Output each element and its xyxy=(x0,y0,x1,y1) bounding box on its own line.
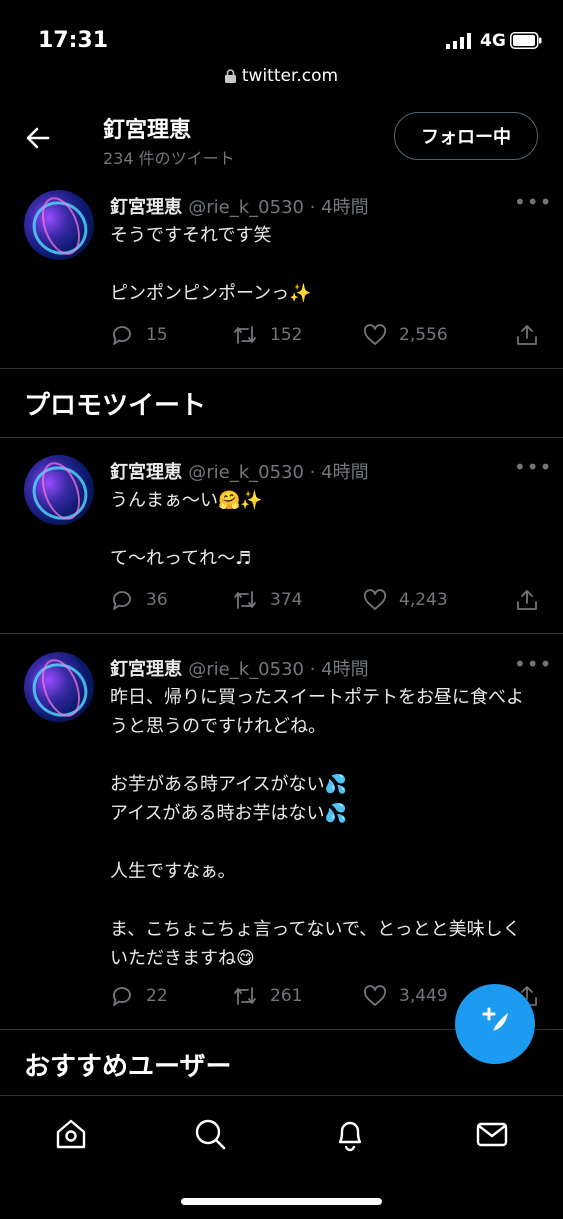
profile-header: 釘宮理恵 234 件のツイート フォロー中 xyxy=(0,100,563,178)
bell-icon[interactable] xyxy=(332,1116,368,1152)
tweet-header: 釘宮理恵 @rie_k_0530 · 4時間 xyxy=(110,458,369,484)
retweet-button[interactable]: 152 xyxy=(232,323,302,347)
divider xyxy=(0,437,563,438)
section-title-promo: プロモツイート xyxy=(24,391,207,421)
comment-icon xyxy=(113,326,131,345)
search-icon[interactable] xyxy=(192,1116,228,1152)
home-icon[interactable] xyxy=(53,1116,89,1152)
retweet-count: 374 xyxy=(270,590,303,610)
retweet-button[interactable]: 261 xyxy=(232,984,302,1008)
tweet-text: そうですそれです笑 ピンポンピンポーンっ✨ xyxy=(110,225,312,304)
divider xyxy=(0,368,563,369)
avatar[interactable] xyxy=(24,190,94,260)
lock-icon xyxy=(224,69,236,83)
more-icon[interactable]: ••• xyxy=(514,455,552,479)
like-button[interactable]: 2,556 xyxy=(363,323,448,347)
retweet-icon xyxy=(234,987,256,1005)
tweet-meta: @rie_k_0530 · 4時間 xyxy=(188,659,369,680)
more-icon[interactable]: ••• xyxy=(514,190,552,214)
tweet-author[interactable]: 釘宮理恵 xyxy=(110,197,182,218)
retweet-button[interactable]: 374 xyxy=(232,588,302,612)
divider xyxy=(0,633,563,634)
following-button[interactable]: フォロー中 xyxy=(394,112,538,160)
retweet-icon xyxy=(234,591,256,609)
tweet-header: 釘宮理恵 @rie_k_0530 · 4時間 xyxy=(110,655,369,681)
reply-button[interactable]: 36 xyxy=(110,588,168,612)
home-indicator xyxy=(181,1198,382,1205)
avatar[interactable] xyxy=(24,652,94,722)
battery-icon xyxy=(510,32,542,49)
tweet[interactable]: 釘宮理恵 @rie_k_0530 · 4時間 ••• うんまぁ〜い🤗✨ て〜れっ… xyxy=(0,453,563,633)
reply-button[interactable]: 22 xyxy=(110,984,168,1008)
mail-icon[interactable] xyxy=(474,1116,510,1152)
comment-icon xyxy=(113,591,131,610)
share-icon xyxy=(517,590,537,610)
reply-button[interactable]: 15 xyxy=(110,323,168,347)
section-title-recommended: おすすめユーザー xyxy=(24,1052,232,1082)
reply-count: 15 xyxy=(146,325,168,345)
signal-icon xyxy=(446,33,471,49)
share-icon xyxy=(517,325,537,345)
network-label: 4G xyxy=(480,31,506,51)
tweet-text: 昨日、帰りに買ったスイートポテトをお昼に食べようと思うのですけれどね。 お芋があ… xyxy=(110,687,524,969)
retweet-icon xyxy=(234,326,256,344)
tweet-text: うんまぁ〜い🤗✨ て〜れってれ〜♬ xyxy=(110,490,263,569)
tweet[interactable]: 釘宮理恵 @rie_k_0530 · 4時間 ••• そうですそれです笑 ピンポ… xyxy=(0,188,563,368)
heart-icon xyxy=(363,985,387,1006)
tweet-meta: @rie_k_0530 · 4時間 xyxy=(188,462,369,483)
like-button[interactable]: 4,243 xyxy=(363,588,448,612)
retweet-count: 152 xyxy=(270,325,303,345)
arrow-left-icon[interactable] xyxy=(24,124,52,152)
reply-count: 36 xyxy=(146,590,168,610)
tweet-actions: 15 152 2,556 xyxy=(110,323,540,353)
retweet-count: 261 xyxy=(270,986,303,1006)
compose-button[interactable] xyxy=(455,984,535,1064)
like-count: 2,556 xyxy=(399,325,448,345)
status-time: 17:31 xyxy=(38,28,109,53)
tweet-author[interactable]: 釘宮理恵 xyxy=(110,659,182,680)
url-text: twitter.com xyxy=(241,66,339,86)
share-button[interactable] xyxy=(515,323,551,347)
url-bar[interactable]: twitter.com xyxy=(0,66,563,86)
share-button[interactable] xyxy=(515,588,551,612)
like-count: 3,449 xyxy=(399,986,448,1006)
avatar[interactable] xyxy=(24,455,94,525)
like-count: 4,243 xyxy=(399,590,448,610)
profile-name: 釘宮理恵 xyxy=(103,118,192,143)
feather-plus-icon xyxy=(482,1007,508,1038)
heart-icon xyxy=(363,324,387,345)
tweet-author[interactable]: 釘宮理恵 xyxy=(110,462,182,483)
tweet-header: 釘宮理恵 @rie_k_0530 · 4時間 xyxy=(110,193,369,219)
reply-count: 22 xyxy=(146,986,168,1006)
tweet-count: 234 件のツイート xyxy=(103,149,235,168)
tweet-actions: 36 374 4,243 xyxy=(110,588,540,618)
comment-icon xyxy=(113,987,131,1006)
heart-icon xyxy=(363,589,387,610)
like-button[interactable]: 3,449 xyxy=(363,984,448,1008)
status-bar: 17:31 4G xyxy=(0,0,563,64)
more-icon[interactable]: ••• xyxy=(514,652,552,676)
tweet-meta: @rie_k_0530 · 4時間 xyxy=(188,197,369,218)
tweet[interactable]: 釘宮理恵 @rie_k_0530 · 4時間 ••• 昨日、帰りに買ったスイート… xyxy=(0,650,563,1028)
